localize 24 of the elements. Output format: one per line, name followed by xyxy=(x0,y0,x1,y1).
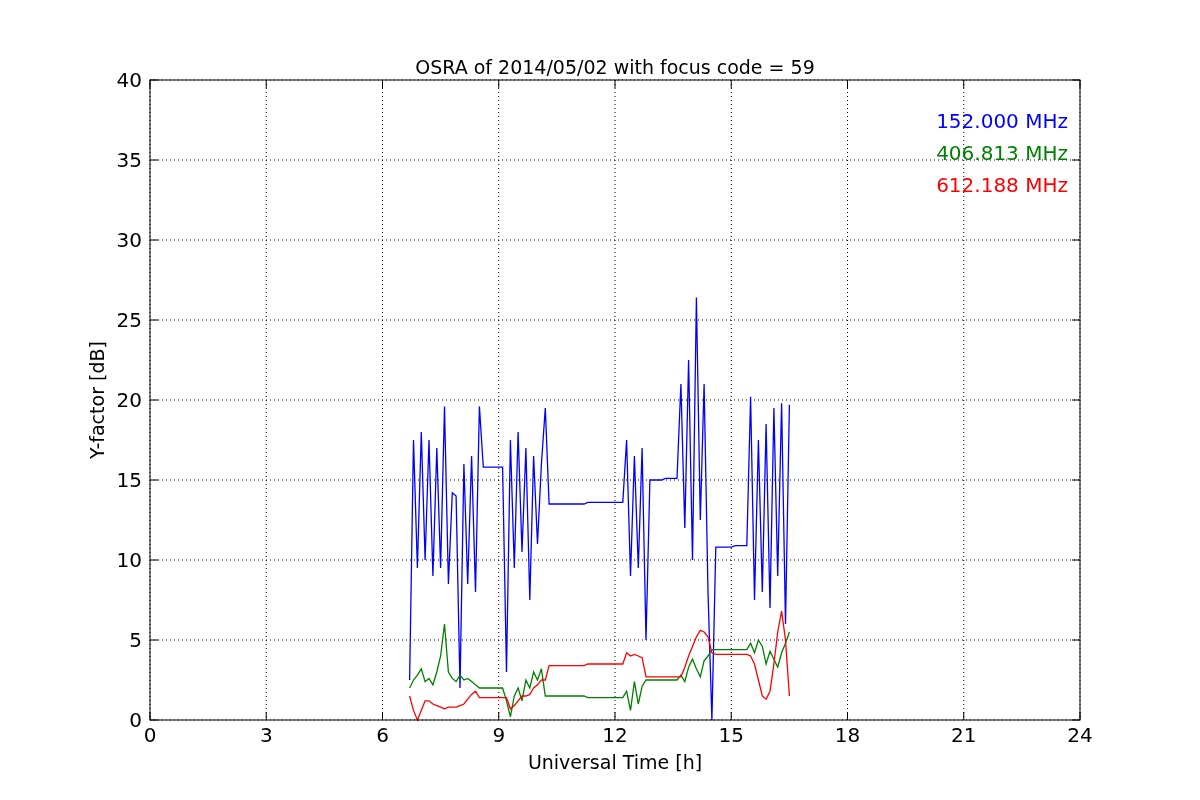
y-axis-label: Y-factor [dB] xyxy=(86,341,108,459)
x-tick-label: 0 xyxy=(143,723,157,747)
legend-label: 152.000 MHz xyxy=(936,109,1068,133)
y-tick-label: 30 xyxy=(116,228,142,252)
x-tick-label: 21 xyxy=(951,723,977,747)
y-tick-label: 20 xyxy=(116,388,142,412)
x-tick-label: 15 xyxy=(718,723,744,747)
y-tick-label: 40 xyxy=(116,68,142,92)
x-tick-label: 6 xyxy=(376,723,389,747)
chart-title: OSRA of 2014/05/02 with focus code = 59 xyxy=(415,56,815,78)
x-axis-label: Universal Time [h] xyxy=(527,751,703,773)
y-tick-label: 10 xyxy=(116,548,142,572)
y-tick-label: 25 xyxy=(116,308,142,332)
y-tick-label: 35 xyxy=(116,148,142,172)
x-tick-label: 9 xyxy=(492,723,506,747)
x-tick-label: 18 xyxy=(834,723,861,747)
y-tick-label: 5 xyxy=(129,628,142,652)
x-tick-label: 24 xyxy=(1067,723,1093,747)
legend-label: 406.813 MHz xyxy=(936,141,1068,165)
y-tick-label: 0 xyxy=(129,708,142,732)
y-tick-label: 15 xyxy=(116,468,142,492)
x-tick-label: 12 xyxy=(602,723,628,747)
legend-label: 612.188 MHz xyxy=(936,173,1068,197)
x-tick-label: 3 xyxy=(259,723,273,747)
